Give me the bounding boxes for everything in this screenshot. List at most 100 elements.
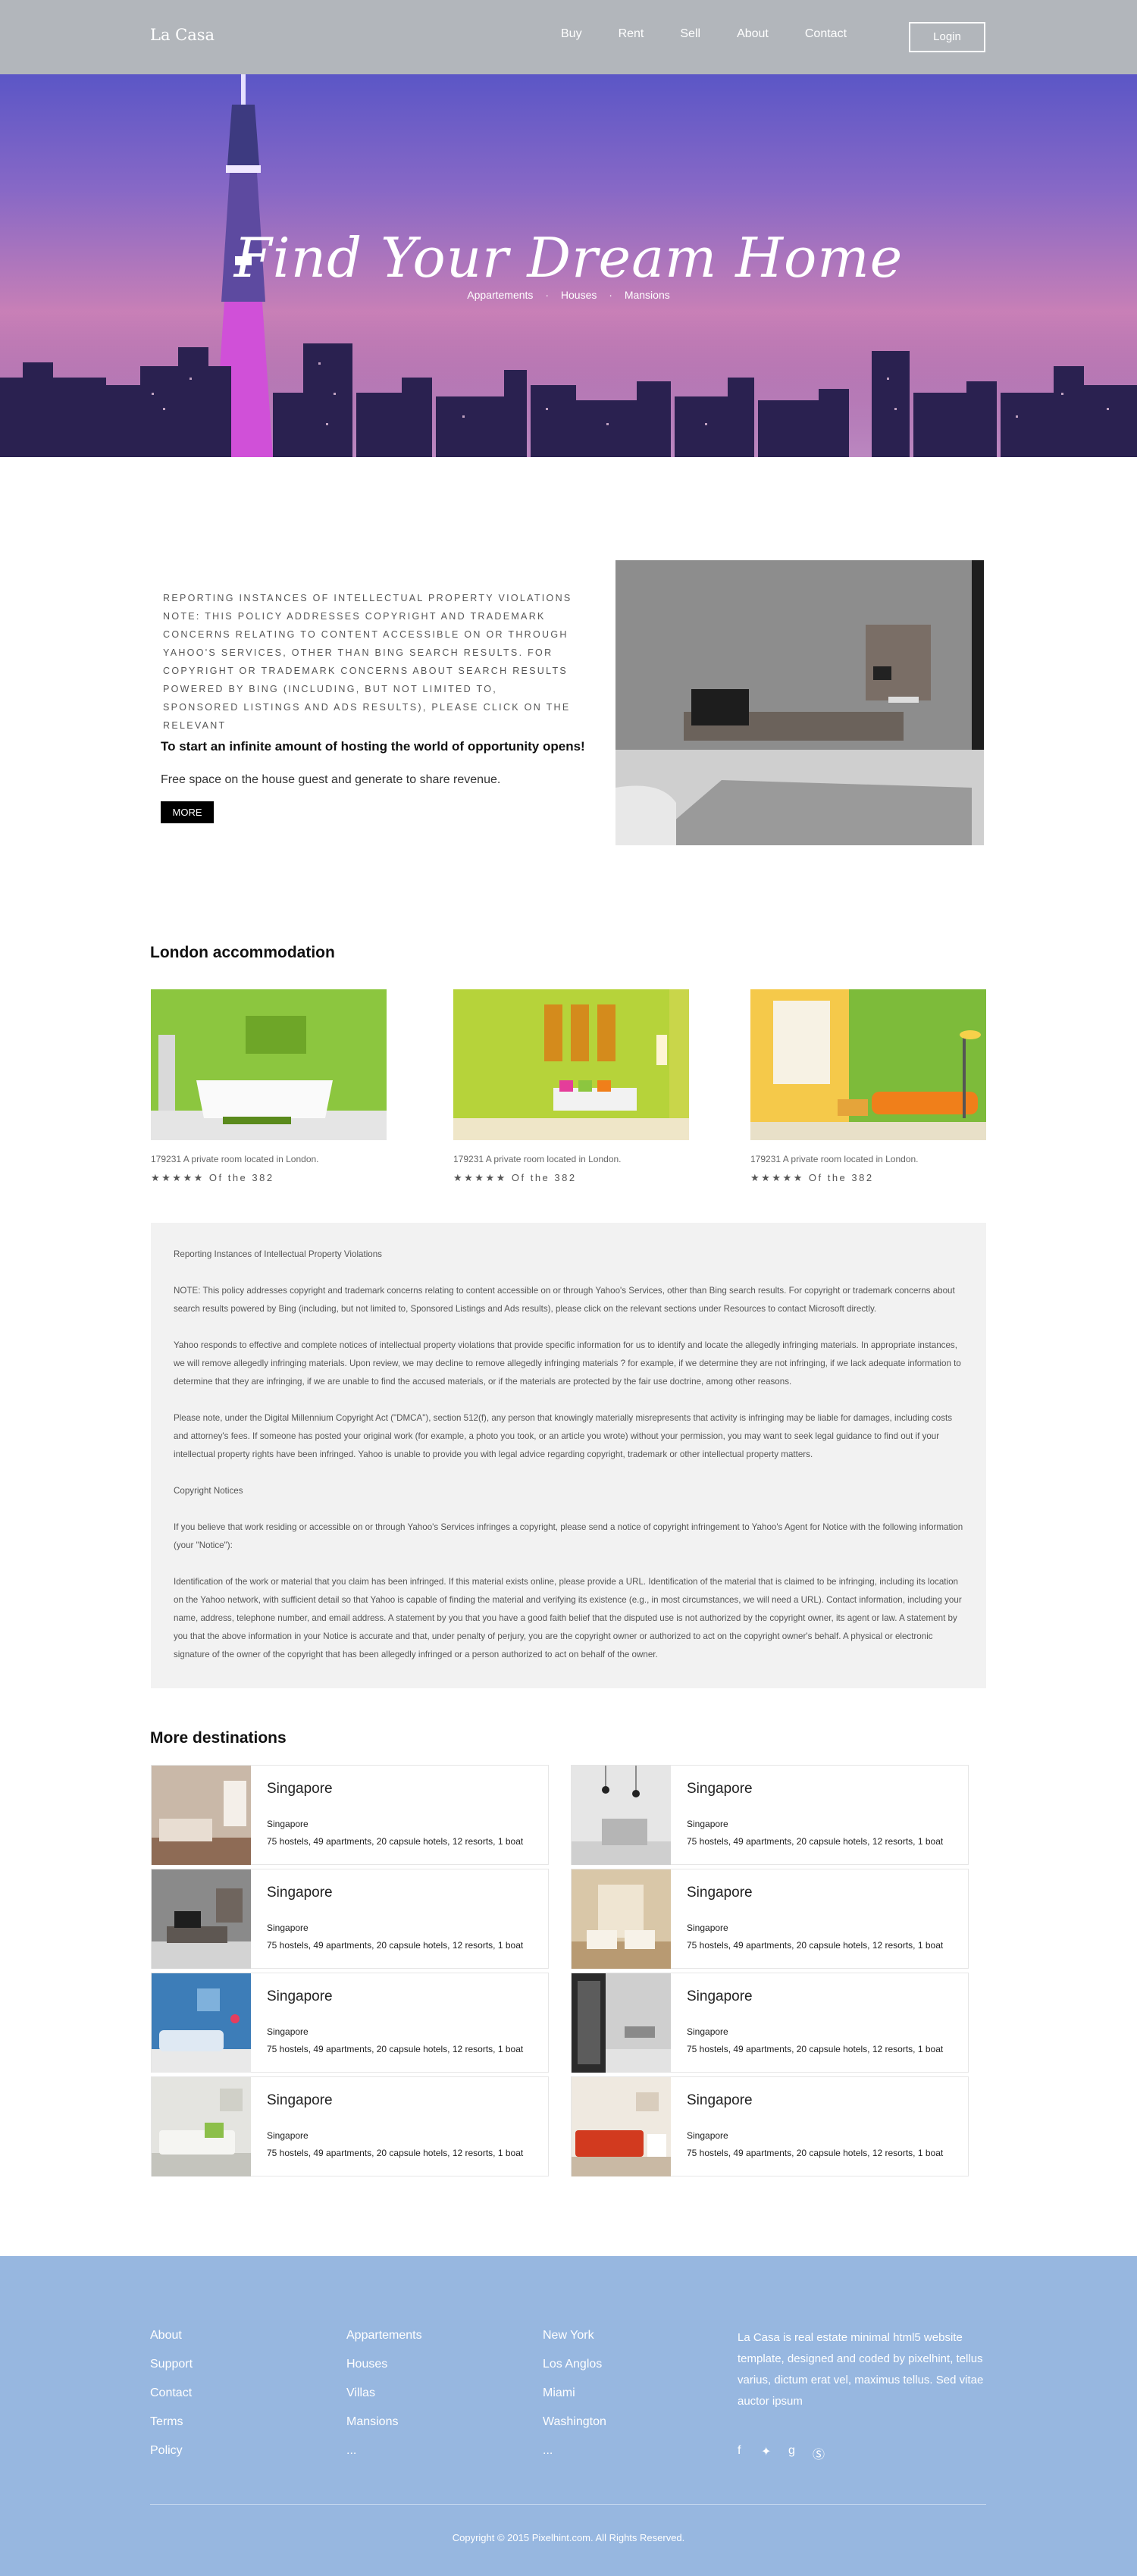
brand-logo[interactable]: La Casa	[150, 26, 215, 44]
notice-paragraph: Please note, under the Digital Millenniu…	[174, 1413, 953, 1459]
london-card-caption: 179231 A private room located in London.	[151, 1154, 319, 1164]
footer-links-cities: New York Los Anglos Miami Washington ...	[543, 2329, 606, 2473]
hero-sub-separator: ·	[609, 289, 612, 301]
footer-links-types: Appartements Houses Villas Mansions ...	[346, 2329, 422, 2473]
footer-link-about[interactable]: About	[150, 2329, 193, 2358]
facebook-icon[interactable]: f	[738, 2444, 741, 2458]
destination-name[interactable]: Singapore	[687, 1781, 753, 1797]
footer-link-los-anglos[interactable]: Los Anglos	[543, 2358, 606, 2386]
living-room-image	[615, 560, 984, 845]
destination-thumbnail	[572, 2077, 671, 2176]
london-card-image[interactable]	[750, 989, 986, 1140]
hero-subtitle: Appartements · Houses · Mansions	[0, 289, 1137, 301]
footer-link-more-cities[interactable]: ...	[543, 2444, 606, 2473]
nav-rent[interactable]: Rent	[619, 27, 644, 41]
destination-card[interactable]: Singapore Singapore 75 hostels, 49 apart…	[151, 2076, 549, 2176]
destination-details: 75 hostels, 49 apartments, 20 capsule ho…	[267, 1940, 524, 1951]
footer-link-washington[interactable]: Washington	[543, 2415, 606, 2444]
footer-link-more-types[interactable]: ...	[346, 2444, 422, 2473]
destination-thumbnail	[152, 2077, 251, 2176]
destination-card[interactable]: Singapore Singapore 75 hostels, 49 apart…	[151, 1765, 549, 1865]
destination-details: 75 hostels, 49 apartments, 20 capsule ho…	[267, 2148, 524, 2158]
destination-thumbnail	[152, 1973, 251, 2073]
destination-card[interactable]: Singapore Singapore 75 hostels, 49 apart…	[151, 1869, 549, 1969]
destination-details: 75 hostels, 49 apartments, 20 capsule ho…	[687, 2044, 944, 2054]
destination-card[interactable]: Singapore Singapore 75 hostels, 49 apart…	[571, 2076, 969, 2176]
destination-subtitle: Singapore	[267, 1819, 309, 1829]
notice-paragraph: Yahoo responds to effective and complete…	[174, 1340, 961, 1387]
london-card-rating: ★★★★★ Of the 382	[151, 1172, 274, 1183]
google-plus-icon[interactable]: g	[788, 2444, 795, 2458]
destination-thumbnail	[572, 1869, 671, 1969]
destination-thumbnail	[152, 1869, 251, 1969]
destination-card[interactable]: Singapore Singapore 75 hostels, 49 apart…	[571, 1765, 969, 1865]
policy-notice-box: Reporting Instances of Intellectual Prop…	[151, 1223, 986, 1688]
london-card-image[interactable]	[151, 989, 387, 1140]
destination-details: 75 hostels, 49 apartments, 20 capsule ho…	[267, 2044, 524, 2054]
notice-heading: Reporting Instances of Intellectual Prop…	[174, 1249, 382, 1259]
london-section-title: London accommodation	[150, 944, 335, 961]
destination-subtitle: Singapore	[267, 2130, 309, 2141]
intro-subtext: Free space on the house guest and genera…	[161, 773, 501, 786]
destination-name[interactable]: Singapore	[687, 2092, 753, 2109]
footer-link-miami[interactable]: Miami	[543, 2386, 606, 2415]
destination-name[interactable]: Singapore	[687, 1885, 753, 1901]
hero-sub-houses: Houses	[560, 289, 597, 301]
destination-subtitle: Singapore	[267, 2026, 309, 2037]
footer-link-policy[interactable]: Policy	[150, 2444, 193, 2473]
login-button[interactable]: Login	[909, 22, 985, 52]
twitter-icon[interactable]: ✦	[761, 2444, 771, 2459]
destination-name[interactable]: Singapore	[267, 1781, 333, 1797]
footer-link-support[interactable]: Support	[150, 2358, 193, 2386]
footer-link-houses[interactable]: Houses	[346, 2358, 422, 2386]
footer-link-mansions[interactable]: Mansions	[346, 2415, 422, 2444]
notice-subheading: Copyright Notices	[174, 1486, 243, 1496]
footer-link-contact[interactable]: Contact	[150, 2386, 193, 2415]
destination-subtitle: Singapore	[687, 2026, 728, 2037]
hero-banner: Find Your Dream Home Appartements · Hous…	[0, 74, 1137, 457]
destination-card[interactable]: Singapore Singapore 75 hostels, 49 apart…	[571, 1869, 969, 1969]
nav-about[interactable]: About	[737, 27, 769, 41]
intro-paragraph: Reporting Instances of Intellectual Prop…	[163, 593, 572, 731]
footer-links-company: About Support Contact Terms Policy	[150, 2329, 193, 2473]
main-nav: Buy Rent Sell About Contact	[561, 27, 883, 41]
hero-sub-separator: ·	[545, 289, 549, 301]
footer-link-appartements[interactable]: Appartements	[346, 2329, 422, 2358]
london-card-caption: 179231 A private room located in London.	[453, 1154, 622, 1164]
destination-subtitle: Singapore	[687, 2130, 728, 2141]
destination-subtitle: Singapore	[267, 1923, 309, 1933]
skype-icon[interactable]: Ⓢ	[813, 2444, 825, 2462]
destination-thumbnail	[152, 1766, 251, 1865]
notice-paragraph: If you believe that work residing or acc…	[174, 1522, 963, 1550]
footer-link-new-york[interactable]: New York	[543, 2329, 606, 2358]
destination-thumbnail	[572, 1973, 671, 2073]
nav-contact[interactable]: Contact	[805, 27, 847, 41]
destinations-section-title: More destinations	[150, 1729, 287, 1747]
london-card-rating: ★★★★★ Of the 382	[453, 1172, 577, 1183]
destination-details: 75 hostels, 49 apartments, 20 capsule ho…	[687, 1836, 944, 1847]
footer-link-terms[interactable]: Terms	[150, 2415, 193, 2444]
destination-details: 75 hostels, 49 apartments, 20 capsule ho…	[687, 2148, 944, 2158]
hero-sub-appartements: Appartements	[467, 289, 534, 301]
more-button[interactable]: MORE	[161, 801, 214, 823]
destination-card[interactable]: Singapore Singapore 75 hostels, 49 apart…	[151, 1973, 549, 2073]
nav-sell[interactable]: Sell	[680, 27, 700, 41]
footer-divider	[150, 2504, 986, 2505]
footer-about-text: La Casa is real estate minimal html5 web…	[738, 2331, 984, 2408]
destination-name[interactable]: Singapore	[267, 1885, 333, 1901]
footer-link-villas[interactable]: Villas	[346, 2386, 422, 2415]
hero-sub-mansions: Mansions	[624, 289, 670, 301]
footer-copyright: Copyright © 2015 Pixelhint.com. All Righ…	[452, 2532, 685, 2543]
site-footer: About Support Contact Terms Policy Appar…	[0, 2256, 1137, 2576]
notice-paragraph: NOTE: This policy addresses copyright an…	[174, 1286, 955, 1314]
destination-subtitle: Singapore	[687, 1923, 728, 1933]
nav-buy[interactable]: Buy	[561, 27, 582, 41]
london-card-image[interactable]	[453, 989, 689, 1140]
intro-headline: To start an infinite amount of hosting t…	[161, 739, 585, 754]
destination-card[interactable]: Singapore Singapore 75 hostels, 49 apart…	[571, 1973, 969, 2073]
destination-subtitle: Singapore	[687, 1819, 728, 1829]
destination-name[interactable]: Singapore	[267, 2092, 333, 2109]
hero-title: Find Your Dream Home	[233, 226, 904, 290]
destination-name[interactable]: Singapore	[687, 1988, 753, 2005]
destination-name[interactable]: Singapore	[267, 1988, 333, 2005]
